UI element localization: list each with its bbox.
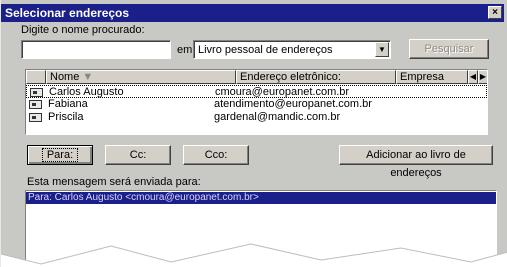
cc-button[interactable]: Cc: — [105, 145, 171, 165]
list-item[interactable]: Priscila gardenal@mandic.com.br — [26, 111, 487, 124]
add-to-address-book-button[interactable]: Adicionar ao livro de endereços — [339, 145, 493, 179]
contact-card-icon — [29, 100, 42, 109]
torn-edge-decoration — [1, 243, 507, 267]
cco-button[interactable]: Cco: — [183, 145, 249, 165]
title-bar: Selecionar endereços × — [1, 4, 504, 22]
address-dialog: Selecionar endereços × Digite o nome pro… — [0, 0, 507, 267]
list-item[interactable]: Carlos Augusto cmoura@europanet.com.br — [26, 85, 487, 98]
contacts-list[interactable]: Nome ▼ Endereço eletrônico: Empresa ◀ ▶ … — [25, 69, 488, 135]
scroll-right-icon[interactable]: ▶ — [478, 70, 487, 84]
recipients-label: Esta mensagem será enviada para: — [27, 176, 201, 188]
list-item[interactable]: Fabiana atendimento@europanet.com.br — [26, 98, 487, 111]
in-label: em — [177, 44, 193, 56]
search-label: Digite o nome procurado: — [21, 24, 145, 36]
header-icon-col — [26, 70, 46, 84]
header-company[interactable]: Empresa — [396, 70, 468, 84]
search-button[interactable]: Pesquisar — [409, 39, 489, 59]
chevron-down-icon[interactable]: ▼ — [375, 42, 389, 57]
contact-card-icon — [29, 113, 42, 122]
para-button[interactable]: Para: — [27, 145, 93, 165]
contact-card-icon — [30, 88, 43, 97]
sort-arrow-icon: ▼ — [82, 71, 94, 83]
scroll-left-icon[interactable]: ◀ — [468, 70, 478, 84]
header-name[interactable]: Nome ▼ — [46, 70, 236, 84]
source-select[interactable]: Livro pessoal de endereços ▼ — [193, 40, 391, 59]
header-email[interactable]: Endereço eletrônico: — [236, 70, 396, 84]
close-button[interactable]: × — [488, 6, 502, 19]
window-title: Selecionar endereços — [5, 6, 130, 20]
recipient-entry[interactable]: Para: Carlos Augusto <cmoura@europanet.c… — [26, 192, 496, 204]
search-input[interactable] — [21, 40, 171, 59]
